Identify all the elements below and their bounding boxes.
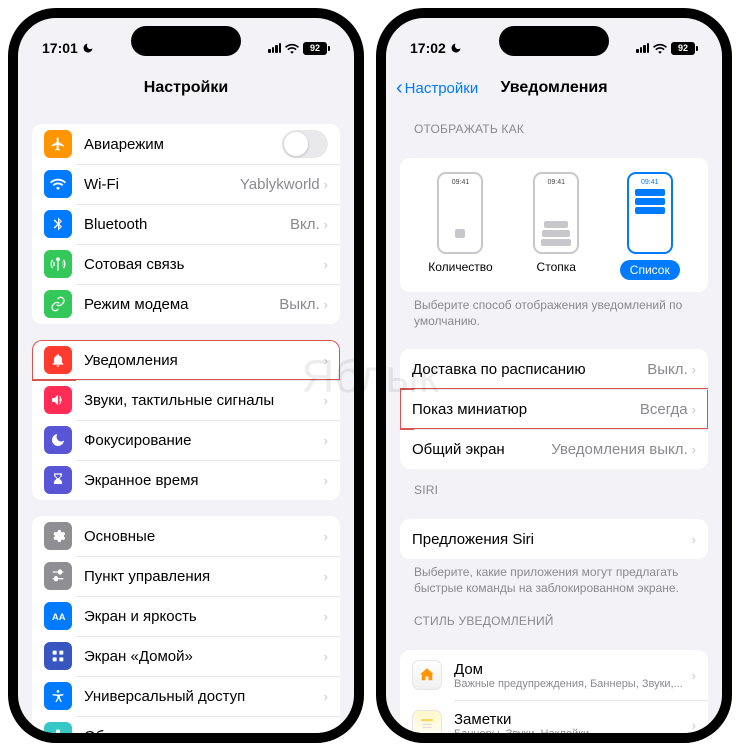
chevron-right-icon: › [324,297,328,312]
speaker-icon [44,386,72,414]
chevron-right-icon: › [324,353,328,368]
row-home-screen[interactable]: Экран «Домой» › [32,636,340,676]
row-focus[interactable]: Фокусирование › [32,420,340,460]
page-title: Уведомления [500,79,607,97]
focus-moon-icon [82,42,94,54]
back-button[interactable]: ‹ Настройки [396,78,478,98]
row-bluetooth[interactable]: Bluetooth Вкл. › [32,204,340,244]
row-display[interactable]: AA Экран и яркость › [32,596,340,636]
app-row-home[interactable]: ДомВажные предупреждения, Баннеры, Звуки… [400,650,708,700]
chevron-right-icon: › [692,718,696,733]
nav-header: Настройки [18,68,354,108]
display-as-footer: Выберите способ отображения уведомлений … [400,292,708,333]
row-wallpaper[interactable]: Обои › [32,716,340,733]
row-show-previews[interactable]: Показ миниатюр Всегда › [400,389,708,429]
chevron-right-icon: › [324,649,328,664]
preview-group: Доставка по расписанию Выкл. › Показ мин… [400,349,708,469]
home-app-icon [412,660,442,690]
cellular-icon [636,43,649,53]
row-wifi[interactable]: Wi-Fi Yablykworld › [32,164,340,204]
row-screen-sharing[interactable]: Общий экран Уведомления выкл. › [400,429,708,469]
phone-left: 17:01 92 Настройки Авиарежим [8,8,364,743]
siri-group: Предложения Siri › [400,519,708,559]
chevron-right-icon: › [692,668,696,683]
chevron-right-icon: › [324,729,328,734]
link-icon [44,290,72,318]
row-scheduled[interactable]: Доставка по расписанию Выкл. › [400,349,708,389]
gear-icon [44,522,72,550]
row-cellular[interactable]: Сотовая связь › [32,244,340,284]
wifi-icon [44,170,72,198]
display-as-list[interactable]: 09:41 Список [620,172,680,280]
svg-text:AA: AA [52,612,66,622]
chevron-right-icon: › [324,609,328,624]
chevron-right-icon: › [324,689,328,704]
siri-footer: Выберите, какие приложения могут предлаг… [400,559,708,600]
grid-icon [44,642,72,670]
wifi-icon [653,43,667,54]
style-header: СТИЛЬ УВЕДОМЛЕНИЙ [400,600,708,634]
notes-app-icon [412,710,442,733]
chevron-right-icon: › [692,532,696,547]
chevron-left-icon: ‹ [396,78,403,98]
airplane-icon [44,130,72,158]
chevron-right-icon: › [324,473,328,488]
chevron-right-icon: › [324,433,328,448]
chevron-right-icon: › [692,362,696,377]
chevron-right-icon: › [692,402,696,417]
row-hotspot[interactable]: Режим модема Выкл. › [32,284,340,324]
display-as-count[interactable]: 09:41 Количество [428,172,492,280]
display-as-stack[interactable]: 09:41 Стопка [533,172,579,280]
row-siri-suggestions[interactable]: Предложения Siri › [400,519,708,559]
row-notifications[interactable]: Уведомления › [32,340,340,380]
chevron-right-icon: › [324,393,328,408]
chevron-right-icon: › [324,217,328,232]
page-title: Настройки [144,79,228,97]
chevron-right-icon: › [692,442,696,457]
row-screentime[interactable]: Экранное время › [32,460,340,500]
switches-icon [44,562,72,590]
battery-icon: 92 [303,42,330,55]
bell-icon [44,346,72,374]
display-as-header: ОТОБРАЖАТЬ КАК [400,108,708,142]
status-time: 17:02 [410,40,446,56]
nav-header: ‹ Настройки Уведомления [386,68,722,108]
chevron-right-icon: › [324,529,328,544]
wifi-icon [285,43,299,54]
dynamic-island [499,26,609,56]
app-row-notes[interactable]: ЗаметкиБаннеры, Звуки, Наклейки › [400,700,708,733]
settings-group-general: Основные › Пункт управления › AA Экран и… [32,516,340,733]
dynamic-island [131,26,241,56]
antenna-icon [44,250,72,278]
flower-icon [44,722,72,733]
row-control-center[interactable]: Пункт управления › [32,556,340,596]
battery-icon: 92 [671,42,698,55]
focus-moon-icon [450,42,462,54]
airplane-toggle[interactable] [282,130,328,158]
row-accessibility[interactable]: Универсальный доступ › [32,676,340,716]
row-airplane[interactable]: Авиарежим [32,124,340,164]
text-size-icon: AA [44,602,72,630]
hourglass-icon [44,466,72,494]
siri-header: SIRI [400,469,708,503]
moon-icon [44,426,72,454]
settings-group-connectivity: Авиарежим Wi-Fi Yablykworld › Bluetooth … [32,124,340,324]
bluetooth-icon [44,210,72,238]
chevron-right-icon: › [324,569,328,584]
settings-group-alerts: Уведомления › Звуки, тактильные сигналы … [32,340,340,500]
display-as-group: 09:41 Количество 09:41 Стопка 09:41 Спис… [400,158,708,292]
row-sounds[interactable]: Звуки, тактильные сигналы › [32,380,340,420]
accessibility-icon [44,682,72,710]
status-time: 17:01 [42,40,78,56]
chevron-right-icon: › [324,257,328,272]
chevron-right-icon: › [324,177,328,192]
phone-right: 17:02 92 ‹ Настройки Уведомления ОТОБРАЖ… [376,8,732,743]
cellular-icon [268,43,281,53]
row-general[interactable]: Основные › [32,516,340,556]
notification-style-group: ДомВажные предупреждения, Баннеры, Звуки… [400,650,708,733]
